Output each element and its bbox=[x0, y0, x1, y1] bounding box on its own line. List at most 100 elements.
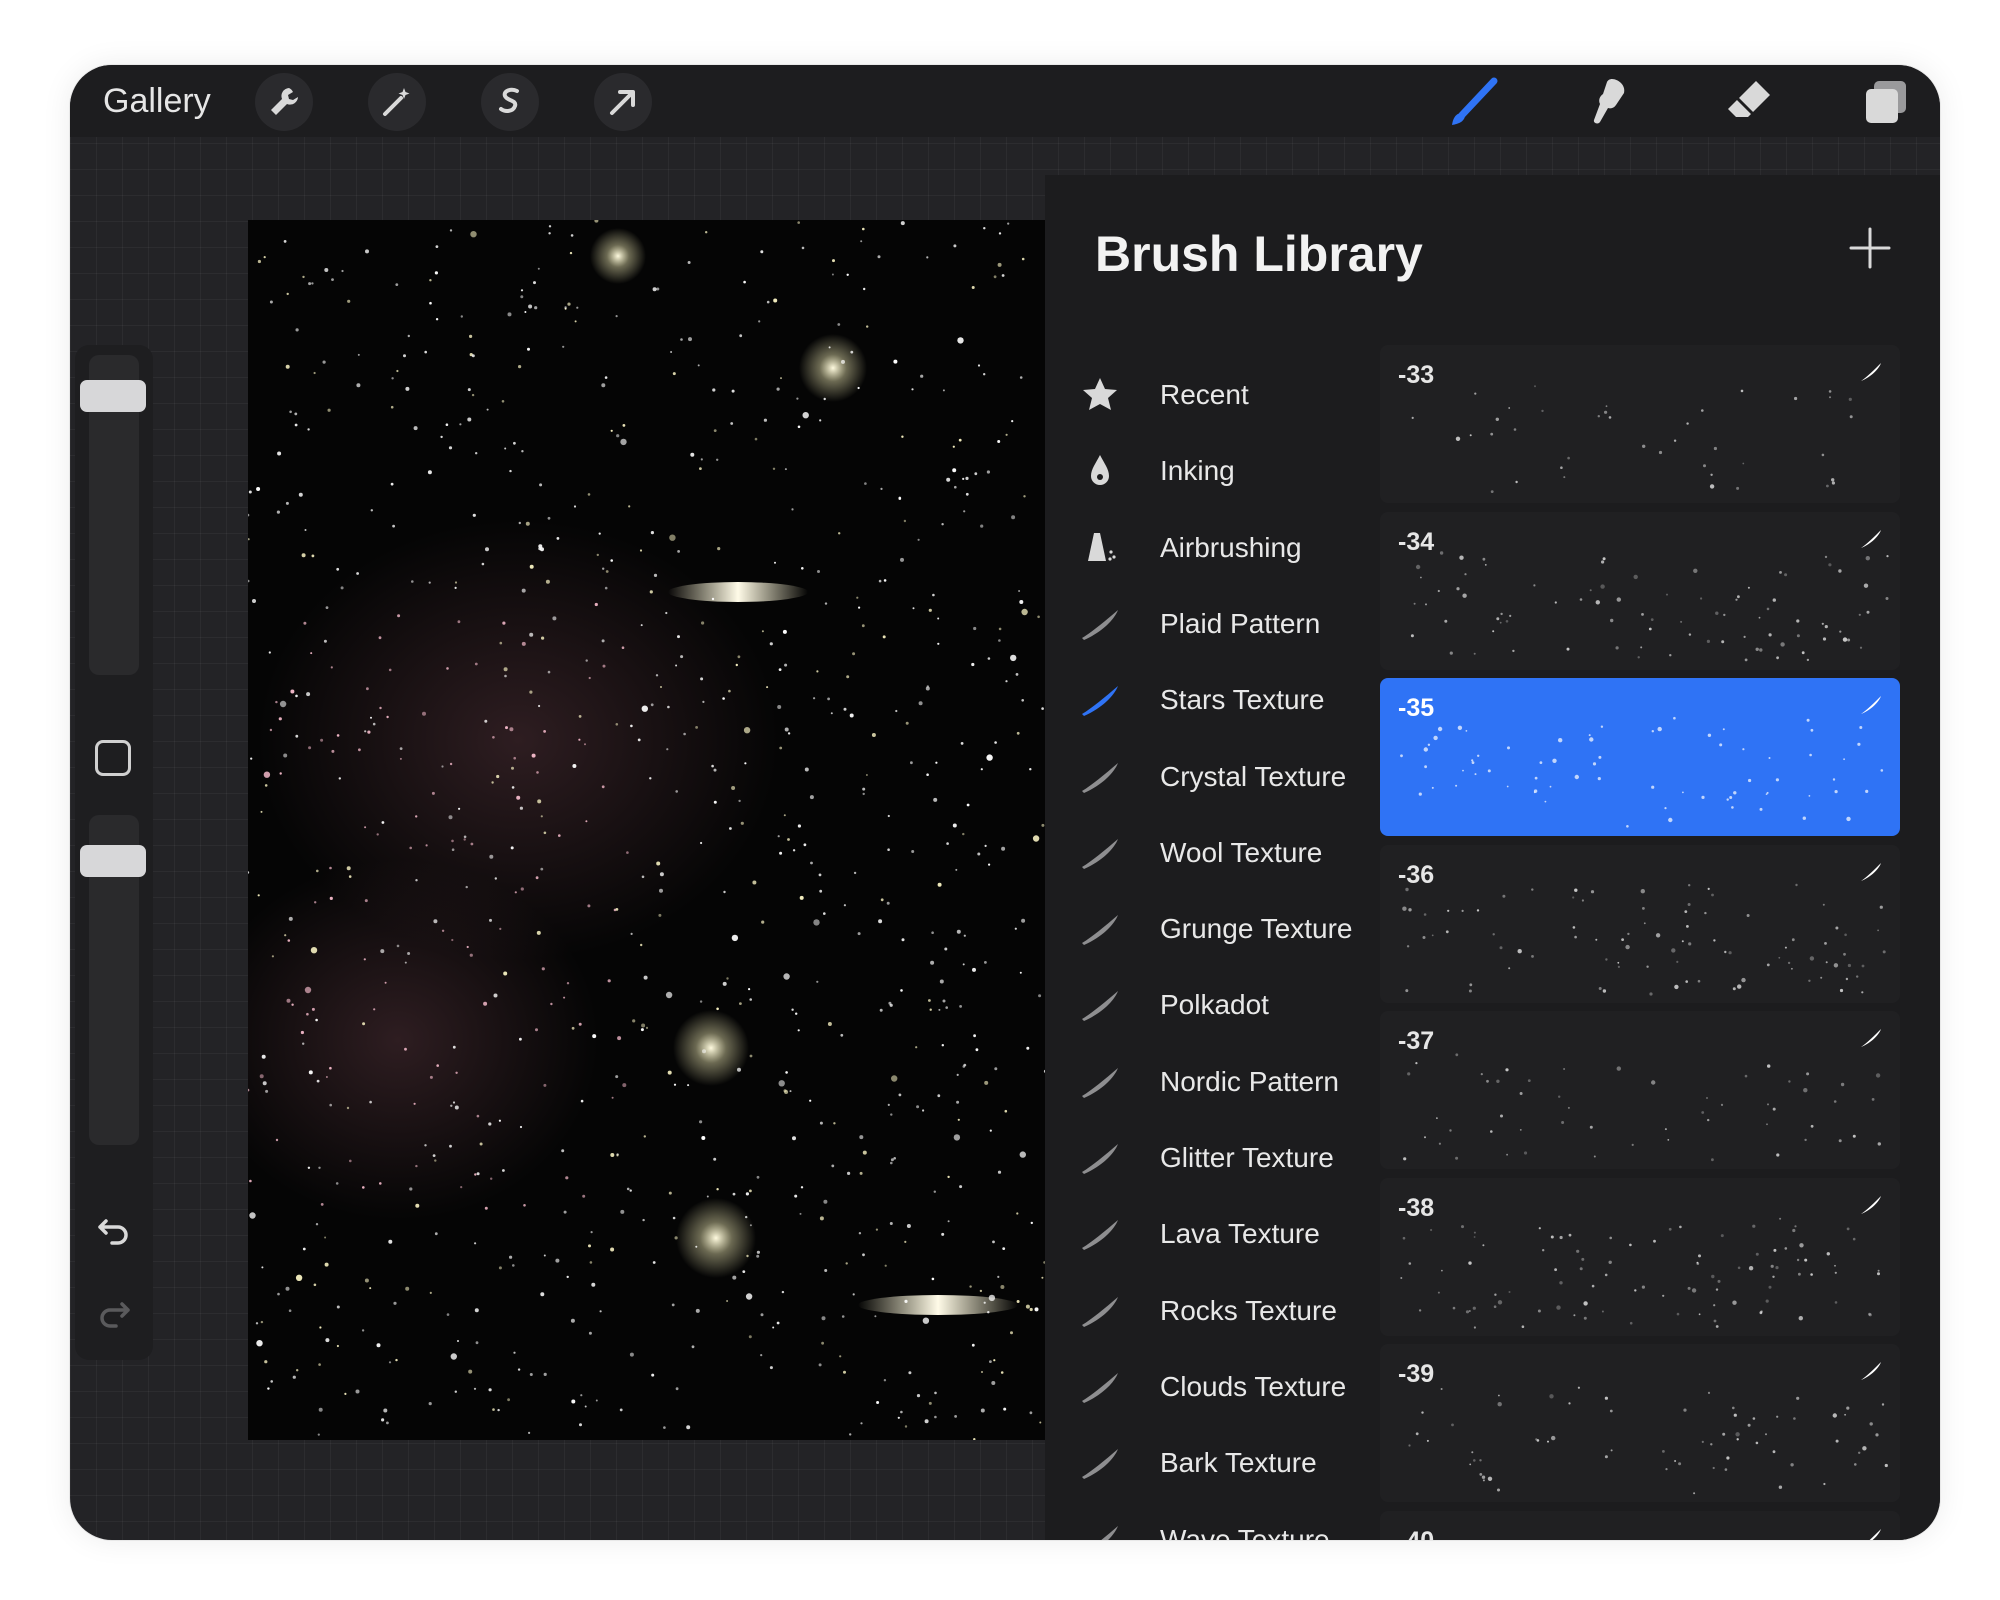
brush-stroke-icon bbox=[1858, 526, 1884, 552]
category-item[interactable]: Clouds Texture bbox=[1075, 1352, 1375, 1422]
category-label: Bark Texture bbox=[1160, 1447, 1317, 1479]
brush-stroke-icon bbox=[1858, 359, 1884, 385]
brush-preview bbox=[1400, 716, 1884, 828]
category-label: Glitter Texture bbox=[1160, 1142, 1334, 1173]
brush-stroke-icon bbox=[1075, 828, 1125, 878]
category-label: Airbrushing bbox=[1160, 531, 1302, 563]
category-item[interactable]: Inking bbox=[1075, 436, 1375, 506]
brush-icon[interactable] bbox=[1440, 71, 1504, 135]
category-item[interactable]: Stars Texture bbox=[1075, 665, 1375, 735]
brush-item[interactable]: -35 bbox=[1380, 678, 1900, 836]
brush-item[interactable]: -34 bbox=[1380, 511, 1900, 670]
brush-preview bbox=[1408, 1386, 1888, 1495]
plus-icon[interactable] bbox=[1845, 223, 1895, 273]
category-item[interactable]: Lava Texture bbox=[1075, 1199, 1375, 1269]
category-item[interactable]: Rocks Texture bbox=[1075, 1276, 1375, 1346]
category-label: Nordic Pattern bbox=[1160, 1065, 1339, 1097]
category-item[interactable]: Recent bbox=[1075, 360, 1375, 430]
category-label: Rocks Texture bbox=[1160, 1294, 1337, 1326]
wrench-icon[interactable] bbox=[255, 73, 313, 131]
brush-stroke-icon bbox=[1858, 1525, 1884, 1540]
brush-stroke-icon bbox=[1858, 692, 1884, 718]
brush-stroke-icon bbox=[1075, 1438, 1125, 1488]
brush-item[interactable]: -38 bbox=[1380, 1177, 1900, 1336]
category-label: Inking bbox=[1160, 455, 1235, 487]
brush-stroke-icon bbox=[1075, 904, 1125, 954]
star-icon bbox=[1075, 370, 1125, 420]
artwork-canvas[interactable] bbox=[248, 220, 1046, 1440]
brush-preview bbox=[1411, 385, 1853, 493]
brush-item[interactable]: -40 bbox=[1380, 1510, 1900, 1541]
category-label: Wave Texture bbox=[1160, 1523, 1330, 1541]
left-sidebar bbox=[75, 345, 153, 1360]
category-item[interactable]: Crystal Texture bbox=[1075, 742, 1375, 812]
brush-stroke-icon bbox=[1075, 980, 1125, 1030]
category-item[interactable]: Airbrushing bbox=[1075, 513, 1375, 583]
smudge-icon[interactable] bbox=[1578, 71, 1642, 135]
procreate-window: Gallery Brush Library Recent Inking Airb… bbox=[70, 65, 1940, 1540]
brush-stroke-icon bbox=[1075, 675, 1125, 725]
brush-name: -33 bbox=[1398, 361, 1435, 389]
panel-title: Brush Library bbox=[1095, 226, 1423, 282]
selection-icon[interactable] bbox=[481, 73, 539, 131]
square-modify-icon[interactable] bbox=[95, 740, 131, 776]
brush-preview bbox=[1410, 550, 1889, 661]
brush-library-panel: Brush Library Recent Inking Airbrushing Pla… bbox=[1045, 175, 1940, 1540]
brush-name: -37 bbox=[1398, 1027, 1435, 1055]
airbrush-icon bbox=[1075, 523, 1125, 573]
category-item[interactable]: Polkadot bbox=[1075, 970, 1375, 1040]
brush-stroke-icon bbox=[1075, 1209, 1125, 1259]
brush-item[interactable]: -37 bbox=[1380, 1011, 1900, 1169]
category-item[interactable]: Glitter Texture bbox=[1075, 1123, 1375, 1193]
brush-preview bbox=[1400, 1217, 1880, 1329]
category-item[interactable]: Wave Texture bbox=[1075, 1505, 1375, 1541]
eraser-icon[interactable] bbox=[1716, 71, 1780, 135]
brush-name: -39 bbox=[1398, 1360, 1435, 1388]
category-label: Lava Texture bbox=[1160, 1218, 1320, 1250]
star-field-artwork bbox=[248, 220, 1046, 1440]
brush-size-thumb[interactable] bbox=[80, 380, 146, 412]
brush-preview bbox=[1380, 1511, 1900, 1541]
category-item[interactable]: Wool Texture bbox=[1075, 818, 1375, 888]
category-label: Plaid Pattern bbox=[1160, 607, 1321, 639]
opacity-thumb[interactable] bbox=[80, 845, 146, 877]
brush-name: -38 bbox=[1398, 1193, 1435, 1222]
brush-stroke-icon bbox=[1858, 859, 1884, 885]
brush-stroke-icon bbox=[1075, 1362, 1125, 1412]
brush-item[interactable]: -39 bbox=[1380, 1344, 1900, 1502]
category-label: Recent bbox=[1160, 379, 1249, 410]
brush-name: -35 bbox=[1398, 694, 1435, 722]
brush-stroke-icon bbox=[1858, 1192, 1884, 1218]
brush-name: -36 bbox=[1398, 860, 1435, 889]
category-label: Wool Texture bbox=[1160, 836, 1323, 868]
brush-item[interactable]: -36 bbox=[1380, 844, 1900, 1003]
brush-stroke-icon bbox=[1075, 1286, 1125, 1336]
brush-list: -33 -34 -35 -36 -37 -38 -39 -40 bbox=[1380, 345, 1900, 1540]
brush-item[interactable]: -33 bbox=[1380, 345, 1900, 503]
brush-stroke-icon bbox=[1075, 1133, 1125, 1183]
category-item[interactable]: Plaid Pattern bbox=[1075, 589, 1375, 659]
brush-stroke-icon bbox=[1858, 1025, 1884, 1051]
category-item[interactable]: Grunge Texture bbox=[1075, 894, 1375, 964]
redo-icon[interactable] bbox=[93, 1293, 135, 1335]
brush-name: -40 bbox=[1398, 1527, 1434, 1541]
brush-preview bbox=[1402, 883, 1886, 996]
magic-wand-icon[interactable] bbox=[368, 73, 426, 131]
category-label: Polkadot bbox=[1160, 989, 1269, 1021]
category-item[interactable]: Bark Texture bbox=[1075, 1428, 1375, 1498]
brush-stroke-icon bbox=[1858, 1358, 1884, 1384]
brush-preview bbox=[1403, 1053, 1881, 1162]
brush-stroke-icon bbox=[1075, 1057, 1125, 1107]
brush-stroke-icon bbox=[1075, 752, 1125, 802]
brush-name: -34 bbox=[1398, 527, 1435, 556]
layers-icon[interactable] bbox=[1854, 71, 1918, 135]
transform-arrow-icon[interactable] bbox=[594, 73, 652, 131]
gallery-button[interactable]: Gallery bbox=[103, 65, 211, 137]
category-label: Stars Texture bbox=[1160, 684, 1325, 716]
category-item[interactable]: Nordic Pattern bbox=[1075, 1047, 1375, 1117]
undo-icon[interactable] bbox=[93, 1210, 135, 1252]
category-label: Crystal Texture bbox=[1160, 760, 1347, 792]
ink-pen-icon bbox=[1075, 446, 1125, 496]
category-label: Grunge Texture bbox=[1160, 913, 1353, 945]
brush-stroke-icon bbox=[1075, 1515, 1125, 1540]
